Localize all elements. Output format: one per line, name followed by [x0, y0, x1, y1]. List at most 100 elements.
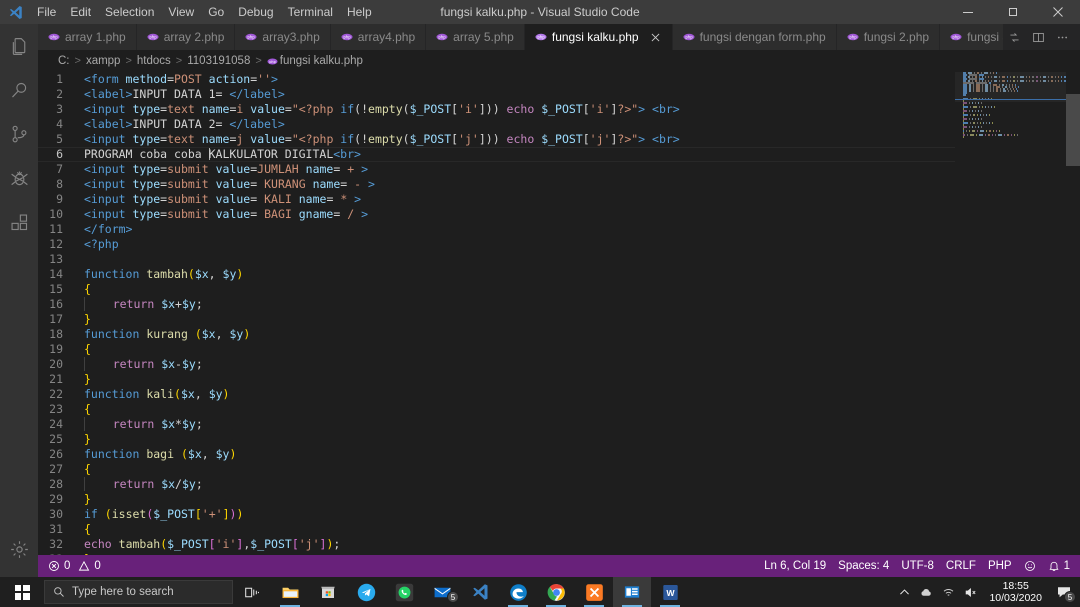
tab-array-5-php[interactable]: php array 5.php — [426, 24, 525, 50]
breadcrumb-item-file[interactable]: fungsi kalku.php — [280, 55, 363, 67]
code-text[interactable]: <input type=submit value= BAGI gname= / … — [84, 207, 1080, 222]
menu-help[interactable]: Help — [340, 0, 379, 24]
code-line[interactable]: 27 { — [38, 462, 1080, 477]
code-text[interactable]: <input type=submit value= KALI name= * > — [84, 192, 1080, 207]
taskbar-app-file-explorer[interactable] — [271, 577, 309, 607]
tab-fungsi-kalku-php[interactable]: php fungsi kalku.php — [524, 24, 673, 50]
sidebar-item-extensions[interactable] — [0, 200, 38, 244]
status-notifications[interactable]: 1 — [1042, 555, 1076, 577]
code-text[interactable]: } — [84, 312, 1080, 327]
task-view-icon[interactable] — [233, 577, 271, 607]
code-text[interactable]: } — [84, 492, 1080, 507]
smiley-icon[interactable] — [1018, 555, 1042, 577]
code-line[interactable]: 7 <input type=submit value=JUMLAH name= +… — [38, 162, 1080, 177]
breadcrumb-item-drive[interactable]: C: — [58, 55, 70, 67]
tab-array-1-php[interactable]: php array 1.php — [38, 24, 137, 50]
status-language-mode[interactable]: PHP — [982, 555, 1018, 577]
code-content[interactable]: 1 <form method=POST action=''> 2 <label>INP… — [38, 72, 1080, 555]
code-line[interactable]: 3 <input type=text name=i value="<?php if… — [38, 102, 1080, 117]
taskbar-app-vscode-window[interactable] — [613, 577, 651, 607]
tab-array3-php[interactable]: php array3.php — [235, 24, 331, 50]
taskbar-app-visual-studio-code[interactable] — [461, 577, 499, 607]
code-line[interactable]: 29} — [38, 492, 1080, 507]
breadcrumb-item-htdocs[interactable]: htdocs — [137, 55, 171, 67]
tab-array4-php[interactable]: php array4.php — [330, 24, 427, 50]
cloud-icon[interactable] — [915, 577, 937, 607]
editor-scrollbar[interactable] — [1066, 72, 1080, 555]
taskbar-app-xampp[interactable] — [575, 577, 613, 607]
code-line[interactable]: 8 <input type=submit value= KURANG name= … — [38, 177, 1080, 192]
scrollbar-thumb[interactable] — [1066, 94, 1080, 166]
ellipsis-icon[interactable] — [1051, 24, 1073, 50]
breadcrumb[interactable]: C: > xampp > htdocs > 1103191058 > php f… — [38, 50, 1080, 72]
code-text[interactable]: echo tambah($_POST['i'],$_POST['j']); — [84, 537, 1080, 552]
code-line[interactable]: 25} — [38, 432, 1080, 447]
code-line[interactable]: 6 PROGRAM coba coba KALKULATOR DIGITAL<br… — [38, 147, 1080, 162]
code-line[interactable]: 2 <label>INPUT DATA 1= </label> — [38, 87, 1080, 102]
status-cursor-position[interactable]: Ln 6, Col 19 — [758, 555, 832, 577]
code-text[interactable]: { — [84, 282, 1080, 297]
menu-bar[interactable]: File Edit Selection View Go Debug Termin… — [30, 0, 379, 24]
code-line[interactable]: 26 function bagi ($x, $y) — [38, 447, 1080, 462]
code-line[interactable]: 10 <input type=submit value= BAGI gname= … — [38, 207, 1080, 222]
close-icon[interactable] — [1035, 0, 1080, 24]
editor-actions[interactable] — [1003, 24, 1080, 50]
code-line[interactable]: 4 <label>INPUT DATA 2= </label> — [38, 117, 1080, 132]
taskbar-app-microsoft-word[interactable]: W — [651, 577, 689, 607]
code-text[interactable]: function tambah($x, $y) — [84, 267, 1080, 282]
clock[interactable]: 18:55 10/03/2020 — [981, 577, 1050, 607]
code-text[interactable]: } — [84, 372, 1080, 387]
code-text[interactable]: <?php — [84, 237, 1080, 252]
taskbar-app-telegram[interactable] — [347, 577, 385, 607]
code-line[interactable]: 11 </form> — [38, 222, 1080, 237]
code-text[interactable]: <input type=text name=i value="<?php if(… — [84, 102, 1080, 117]
code-text[interactable]: return $x/$y; — [84, 477, 1080, 492]
taskbar-app-microsoft-store[interactable] — [309, 577, 347, 607]
run-icon[interactable] — [1003, 24, 1025, 50]
wifi-icon[interactable] — [937, 577, 959, 607]
taskbar-app-google-chrome[interactable] — [537, 577, 575, 607]
code-text[interactable]: { — [84, 522, 1080, 537]
start-button[interactable] — [0, 577, 44, 607]
maximize-icon[interactable] — [990, 0, 1035, 24]
sidebar-item-source-control[interactable] — [0, 112, 38, 156]
tab-fungsi-dengan-form-php[interactable]: php fungsi dengan form.php — [672, 24, 837, 50]
code-text[interactable]: <form method=POST action=''> — [84, 72, 1080, 87]
windows-taskbar[interactable]: Type here to search 5 W 18:55 10/03/2020… — [0, 577, 1080, 607]
breadcrumb-item-xampp[interactable]: xampp — [86, 55, 121, 67]
code-text[interactable]: function bagi ($x, $y) — [84, 447, 1080, 462]
menu-view[interactable]: View — [161, 0, 201, 24]
code-text[interactable]: <label>INPUT DATA 1= </label> — [84, 87, 1080, 102]
minimap-slider[interactable] — [955, 72, 1066, 102]
menu-file[interactable]: File — [30, 0, 63, 24]
code-line[interactable]: 19 { — [38, 342, 1080, 357]
code-line[interactable]: 13 — [38, 252, 1080, 267]
status-problems[interactable]: 0 0 — [42, 555, 107, 577]
split-editor-icon[interactable] — [1027, 24, 1049, 50]
status-indentation[interactable]: Spaces: 4 — [832, 555, 895, 577]
tab-array-2-php[interactable]: php array 2.php — [136, 24, 236, 50]
taskbar-app-whatsapp[interactable] — [385, 577, 423, 607]
minimap[interactable] — [955, 72, 1066, 555]
activity-bar[interactable] — [0, 24, 38, 577]
code-line[interactable]: 30 if (isset($_POST['+'])) — [38, 507, 1080, 522]
code-line[interactable]: 5 <input type=text name=j value="<?php if… — [38, 132, 1080, 147]
sidebar-item-explorer[interactable] — [0, 24, 38, 68]
minimize-icon[interactable] — [945, 0, 990, 24]
tab-fungsi-2-php[interactable]: php fungsi 2.php — [836, 24, 941, 50]
code-text[interactable]: { — [84, 402, 1080, 417]
status-eol[interactable]: CRLF — [940, 555, 982, 577]
code-text[interactable]: return $x-$y; — [84, 357, 1080, 372]
code-line[interactable]: 31 { — [38, 522, 1080, 537]
code-text[interactable]: { — [84, 342, 1080, 357]
code-text[interactable]: </form> — [84, 222, 1080, 237]
code-text[interactable]: { — [84, 462, 1080, 477]
close-icon[interactable] — [650, 31, 662, 43]
code-text[interactable]: return $x+$y; — [84, 297, 1080, 312]
code-text[interactable]: <input type=text name=j value="<?php if(… — [84, 132, 1080, 147]
code-line[interactable]: 16 return $x+$y; — [38, 297, 1080, 312]
code-line[interactable]: 28 return $x/$y; — [38, 477, 1080, 492]
code-line[interactable]: 18 function kurang ($x, $y) — [38, 327, 1080, 342]
code-text[interactable]: <label>INPUT DATA 2= </label> — [84, 117, 1080, 132]
code-line[interactable]: 21} — [38, 372, 1080, 387]
